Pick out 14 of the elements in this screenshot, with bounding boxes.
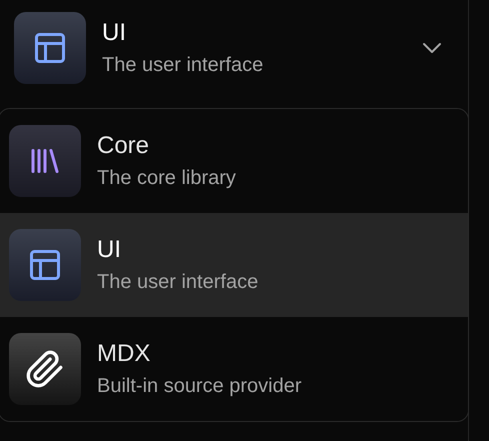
option-description: The user interface <box>102 53 264 77</box>
option-description: Built-in source provider <box>97 374 302 398</box>
option-title: UI <box>97 236 122 264</box>
option-title: MDX <box>97 340 152 368</box>
layout-icon <box>32 30 68 66</box>
option-title: UI <box>102 19 127 47</box>
option-title: Core <box>97 132 150 160</box>
option-description: The core library <box>97 166 236 190</box>
layout-icon <box>27 247 63 283</box>
menu-option[interactable]: UI The user interface <box>0 213 468 317</box>
chevron-down-icon <box>422 42 442 54</box>
project-switcher[interactable]: UI The user interface <box>0 0 468 96</box>
option-description: The user interface <box>97 270 258 294</box>
paperclip-icon <box>25 349 65 389</box>
